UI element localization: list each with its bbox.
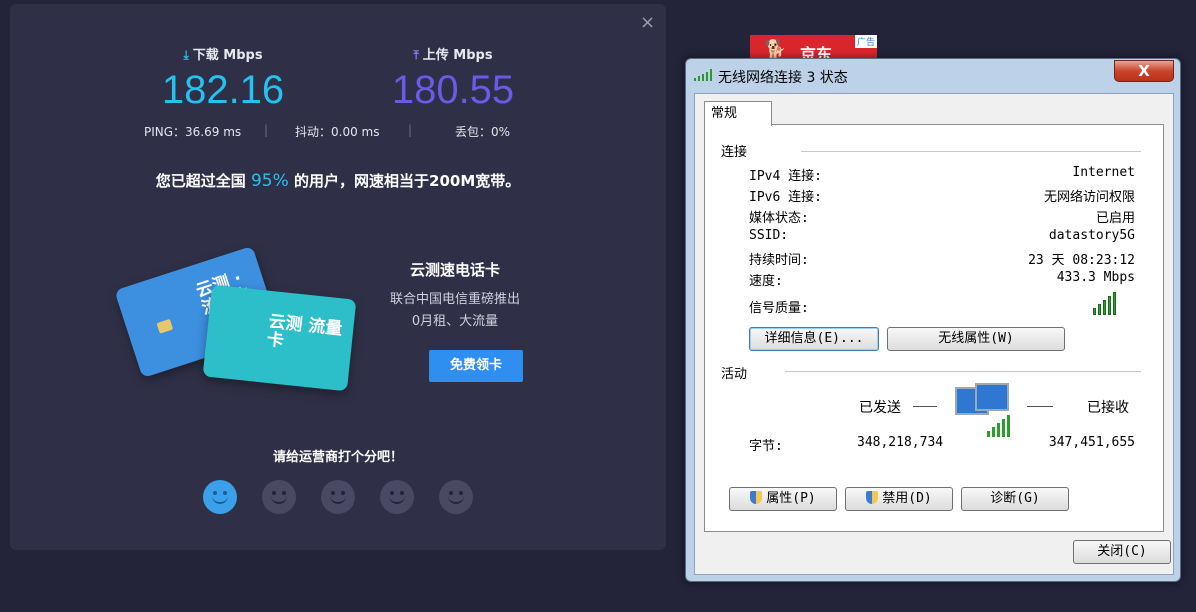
titlebar[interactable]: 无线网络连接 3 状态 X [686,59,1180,89]
info-row: IPv6 连接: 无网络访问权限 [749,190,1135,205]
wireless-status-dialog: 无线网络连接 3 状态 X 常规 连接 IPv4 连接: Internet IPv… [685,58,1181,582]
sim-chip-icon [156,318,174,334]
signal-row: 信号质量: [749,301,809,316]
upload-metric: ⤒ 上传 Mbps 180.55 [353,44,553,115]
sim-card-teal: 云测 流量卡 [202,284,357,392]
bytes-sent: 348,218,734 [857,435,944,450]
activity-group-label: 活动 [721,367,748,382]
promo-line-1: 联合中国电信重磅推出 [389,292,520,307]
exceed-message: 您已超过全国 95% 的用户，网速相当于200M宽带。 [155,171,521,191]
properties-button[interactable]: 属性(P) [729,487,837,511]
tab-general[interactable]: 常规 [704,101,772,126]
sent-label: 已发送 [859,400,901,416]
received-label: 已接收 [1087,400,1129,416]
rate-title: 请给运营商打个分吧！ [272,450,403,465]
dialog-title: 无线网络连接 3 状态 [718,70,848,86]
stat-separator: | [264,123,269,137]
upload-value: 180.55 [391,68,515,112]
download-arrow-icon: ⤓ [183,48,189,62]
disable-button[interactable]: 禁用(D) [845,487,953,511]
window-close-button[interactable]: X [1114,60,1174,82]
upload-arrow-icon: ⤒ [413,48,419,62]
download-value: 182.16 [161,68,285,112]
sent-line [913,406,937,407]
ping-stat: PING：36.69 ms [144,125,242,139]
divider [785,371,1141,372]
promo-title: 云测速电话卡 [409,261,500,279]
uac-shield-icon [750,491,763,504]
loss-stat: 丢包：0% [455,125,511,139]
sim-card-image: 云测 · 流量卡 云测 流量卡 [114,245,365,392]
upload-label: 上传 Mbps [422,48,493,63]
smile-face-icon[interactable] [439,480,473,514]
jd-dog-logo-icon: 🐕 [764,39,787,60]
ad-tag: 广告 [854,35,877,48]
close-dialog-button[interactable]: 关闭(C) [1073,540,1171,564]
diagnose-button[interactable]: 诊断(G) [961,487,1069,511]
exceed-percent: 95% [250,171,289,191]
smile-face-icon[interactable] [321,480,355,514]
bytes-received: 347,451,655 [1048,435,1135,450]
free-card-button[interactable]: 免费领卡 [429,350,523,382]
download-label: 下载 Mbps [192,48,263,63]
network-activity-icon [987,415,1013,437]
info-row: SSID: datastory5G [749,228,1135,243]
signal-strength-icon [1093,291,1125,315]
connection-group-label: 连接 [721,145,748,160]
info-row: 速度: 433.3 Mbps [749,270,1135,289]
info-row: IPv4 连接: Internet [749,165,1135,184]
wireless-properties-button[interactable]: 无线属性(W) [887,327,1065,351]
details-button[interactable]: 详细信息(E)... [749,327,879,351]
bytes-row: 字节: 348,218,734 347,451,655 [749,435,1135,454]
download-metric: ⤓ 下载 Mbps 182.16 [123,44,323,115]
uac-shield-icon [866,491,879,504]
smile-face-icon[interactable] [380,480,414,514]
info-row: 媒体状态: 已启用 [749,211,1135,226]
info-row: 持续时间: 23 天 08:23:12 [749,253,1135,268]
general-tab-page: 连接 IPv4 连接: Internet IPv6 连接: 无网络访问权限 媒体状态… [704,124,1164,532]
close-icon[interactable]: × [640,12,655,33]
stat-separator: | [408,123,413,137]
smile-face-icon[interactable] [203,480,237,514]
dialog-body: 常规 连接 IPv4 连接: Internet IPv6 连接: 无网络访问权限 媒… [694,93,1174,575]
promo-line-2: 0月租、大流量 [411,314,499,329]
received-line [1027,406,1053,407]
jitter-stat: 抖动：0.00 ms [295,125,380,139]
wifi-signal-icon [694,69,712,81]
speedtest-panel: × ⤓ 下载 Mbps 182.16 ⤒ 上传 Mbps 180.55 PING：3… [10,4,666,550]
divider [801,151,1141,152]
smile-face-icon[interactable] [262,480,296,514]
